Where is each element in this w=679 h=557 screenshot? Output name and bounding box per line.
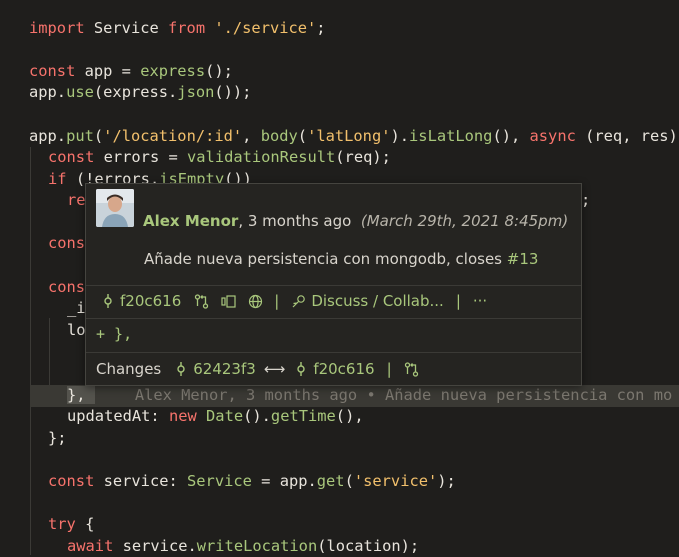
code-line-3: const app = express();	[29, 62, 233, 80]
compare-arrow: ⟷	[263, 360, 286, 378]
code-line-13-fragment: cons	[48, 278, 86, 296]
relative-date: , 3 months ago	[238, 212, 352, 230]
code-line-9-fragment: re	[67, 191, 86, 209]
code-line-4: app.use(express.json());	[29, 83, 252, 101]
code-line-19: updatedAt: new Date().getTime(),	[67, 407, 364, 425]
code-line-6: app.put('/location/:id', body('latLong')…	[29, 127, 678, 145]
code-line-9-tail: ;	[581, 191, 591, 209]
diff-preview: + },	[96, 325, 133, 343]
commit-author-line: Alex Menor, 3 months ago (March 29th, 20…	[143, 212, 568, 230]
issue-link[interactable]: #13	[507, 250, 539, 268]
code-line-1: import Service from './service';	[29, 19, 326, 37]
compare-changes-icon[interactable]	[404, 361, 420, 377]
divider	[86, 352, 581, 353]
avatar[interactable]	[96, 189, 134, 227]
code-line-25: await service.writeLocation(location);	[67, 537, 420, 555]
code-line-18: }, Alex Menor, 3 months ago • Añade nuev…	[67, 386, 673, 404]
code-line-22: const service: Service = app.get('servic…	[48, 472, 456, 490]
changes-label: Changes	[96, 360, 162, 378]
author-name[interactable]: Alex Menor	[143, 212, 238, 230]
discuss-collab-link[interactable]: Discuss / Collab...	[311, 292, 444, 310]
commit-sha-link[interactable]: f20c616	[120, 292, 181, 310]
code-line-11-fragment: cons	[48, 234, 86, 252]
divider	[86, 285, 581, 286]
code-line-14-fragment: _i	[67, 299, 86, 317]
separator: |	[274, 292, 280, 310]
code-line-20: };	[48, 429, 67, 447]
separator: |	[386, 360, 392, 378]
commit-icon	[100, 293, 116, 309]
commit-icon	[293, 361, 309, 377]
code-line-15-fragment: lo	[67, 321, 86, 339]
inline-blame-annotation: Alex Menor, 3 months ago • Añade nueva p…	[134, 386, 673, 404]
commit-actions: f20c616 | Discuss / Collab... | ···	[100, 292, 487, 310]
divider	[86, 318, 581, 319]
changes-row: Changes 62423f3 ⟷ f20c616 |	[96, 360, 431, 378]
separator: |	[455, 292, 461, 310]
compare-changes-icon[interactable]	[193, 293, 209, 309]
indent-guide	[30, 147, 31, 555]
commit-message: Añade nueva persistencia con mongodb, cl…	[144, 250, 539, 268]
current-sha-link[interactable]: f20c616	[313, 360, 374, 378]
globe-icon[interactable]	[247, 293, 263, 309]
absolute-date: (March 29th, 2021 8:45pm)	[360, 212, 569, 230]
code-line-24: try {	[48, 515, 95, 533]
commit-icon	[173, 361, 189, 377]
reveal-commit-icon[interactable]	[220, 293, 236, 309]
code-line-7: const errors = validationResult(req);	[48, 148, 391, 166]
discuss-icon	[291, 293, 307, 309]
previous-sha-link[interactable]: 62423f3	[193, 360, 256, 378]
git-blame-hover[interactable]: Alex Menor, 3 months ago (March 29th, 20…	[85, 183, 582, 386]
more-actions-button[interactable]: ···	[473, 292, 487, 310]
